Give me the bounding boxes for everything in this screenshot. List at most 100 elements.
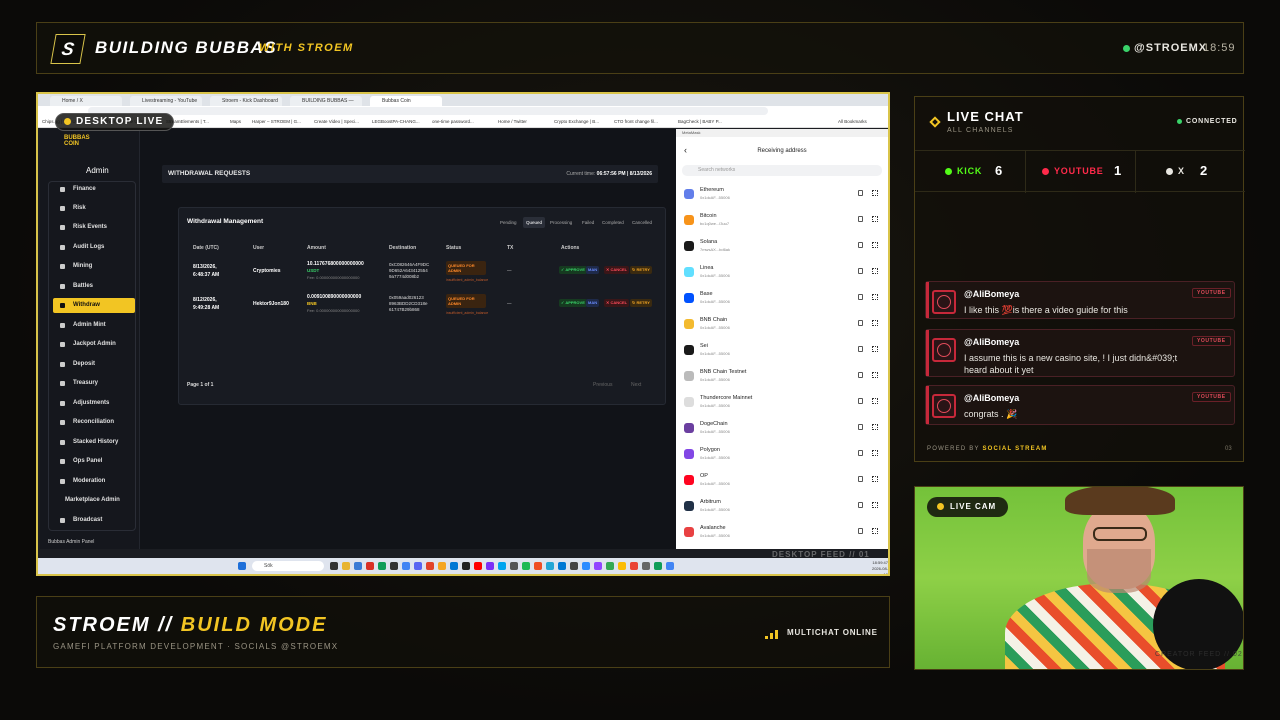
approve-button[interactable]: ✓ APPROVE [559,299,587,307]
sidebar-item-treasury[interactable]: Treasury [53,376,135,391]
sidebar-item-mining[interactable]: Mining [53,259,135,274]
app-icon[interactable] [546,562,554,570]
copy-icon[interactable] [858,372,863,378]
qr-code-icon[interactable] [872,216,878,222]
app-icon[interactable] [534,562,542,570]
app-icon[interactable] [570,562,578,570]
copy-icon[interactable] [858,320,863,326]
bookmark[interactable]: one-time password... [432,118,474,126]
chrome-icon[interactable] [402,562,410,570]
copy-icon[interactable] [858,294,863,300]
app-icon[interactable] [378,562,386,570]
copy-icon[interactable] [858,450,863,456]
sidebar-item-moderation[interactable]: Moderation [53,474,135,489]
sidebar-item-withdraw[interactable]: Withdraw [53,298,135,313]
next-page-button[interactable]: Next [631,382,641,388]
approve-button[interactable]: ✓ APPROVE [559,266,587,274]
copy-icon[interactable] [858,424,863,430]
bookmark[interactable]: Create Video | Speci... [314,118,359,126]
copy-icon[interactable] [858,216,863,222]
sidebar-item-ops-panel[interactable]: Ops Panel [53,454,135,469]
qr-code-icon[interactable] [872,268,878,274]
discord-icon[interactable] [414,562,422,570]
bookmark[interactable]: Maps [230,118,241,126]
app-icon[interactable] [486,562,494,570]
qr-code-icon[interactable] [872,398,878,404]
sidebar-item-audit-logs[interactable]: Audit Logs [53,240,135,255]
bookmark[interactable]: BagCheck | BABY P... [678,118,722,126]
browser-tab[interactable]: Home / X [50,96,122,106]
sidebar-item-risk[interactable]: Risk [53,201,135,216]
copy-icon[interactable] [858,398,863,404]
app-icon[interactable] [474,562,482,570]
taskview-icon[interactable] [330,562,338,570]
browser-tab-active[interactable]: Bubbas Coin [370,96,442,106]
windows-start-icon[interactable] [238,562,246,570]
qr-code-icon[interactable] [872,424,878,430]
app-icon[interactable] [462,562,470,570]
bookmark[interactable]: CTO front change fil... [614,118,658,126]
network-row[interactable]: BNB Chain 0x1dcAF...55006 [676,313,888,339]
app-icon[interactable] [666,562,674,570]
app-icon[interactable] [642,562,650,570]
copy-icon[interactable] [858,502,863,508]
previous-page-button[interactable]: Previous [593,382,612,388]
vscode-icon[interactable] [558,562,566,570]
network-row[interactable]: Arbitrum 0x1dcAF...55006 [676,495,888,521]
app-icon[interactable] [654,562,662,570]
bookmark[interactable]: Harper – STROEM | G... [252,118,301,126]
copy-icon[interactable] [858,268,863,274]
app-icon[interactable] [606,562,614,570]
cancel-button[interactable]: ✕ CANCEL [604,299,630,307]
filter-processing[interactable]: Processing [547,217,575,228]
network-row[interactable]: Base 0x1dcAF...55006 [676,287,888,313]
network-row[interactable]: DogeChain 0x1dcAF...55006 [676,417,888,443]
sidebar-item-jackpot-admin[interactable]: Jackpot Admin [53,337,135,352]
qr-code-icon[interactable] [872,242,878,248]
qr-code-icon[interactable] [872,346,878,352]
retry-button[interactable]: ↻ RETRY [630,299,652,307]
app-icon[interactable] [438,562,446,570]
network-row[interactable]: BNB Chain Testnet 0x1dcAF...55006 [676,365,888,391]
qr-code-icon[interactable] [872,476,878,482]
app-icon[interactable] [594,562,602,570]
folder-icon[interactable] [342,562,350,570]
app-icon[interactable] [498,562,506,570]
bookmark[interactable]: LEGBoostPA-CHANG... [372,118,420,126]
row-user[interactable]: Hektor9Jon180 [253,301,289,307]
sidebar-item-marketplace-admin[interactable]: Marketplace Admin [53,493,135,508]
filter-queued[interactable]: Queued [523,217,546,228]
network-row[interactable]: Linea 0x1dcAF...55006 [676,261,888,287]
qr-code-icon[interactable] [872,528,878,534]
network-row[interactable]: Ethereum 0x1dcAF...55006 [676,183,888,209]
filter-failed[interactable]: Failed [579,217,597,228]
bookmark[interactable]: Home / Twitter [498,118,527,126]
row-user[interactable]: Cryptomies [253,268,281,274]
qr-code-icon[interactable] [872,502,878,508]
app-icon[interactable] [522,562,530,570]
filter-cancelled[interactable]: Cancelled [629,217,655,228]
network-search-input[interactable]: Search networks [682,165,882,176]
sidebar-item-finance[interactable]: Finance [53,182,135,197]
network-row[interactable]: Bitcoin bc1q0we...l3uu7 [676,209,888,235]
sidebar-item-risk-events[interactable]: Risk Events [53,220,135,235]
app-icon[interactable] [390,562,398,570]
manual-button[interactable]: MAN [586,266,600,274]
app-icon[interactable] [450,562,458,570]
qr-code-icon[interactable] [872,320,878,326]
bookmark[interactable]: Crypto Exchange | B... [554,118,599,126]
app-icon[interactable] [630,562,638,570]
address-bar[interactable] [88,107,768,115]
app-icon[interactable] [354,562,362,570]
filter-completed[interactable]: Completed [599,217,627,228]
network-row[interactable]: Thundercore Mainnet 0x1dcAF...55006 [676,391,888,417]
network-row[interactable]: Avalanche 0x1dcAF...55006 [676,521,888,547]
taskbar-search[interactable]: Sök [252,561,324,571]
qr-code-icon[interactable] [872,372,878,378]
copy-icon[interactable] [858,190,863,196]
app-icon[interactable] [618,562,626,570]
qr-code-icon[interactable] [872,450,878,456]
copy-icon[interactable] [858,242,863,248]
copy-icon[interactable] [858,476,863,482]
cancel-button[interactable]: ✕ CANCEL [604,266,630,274]
